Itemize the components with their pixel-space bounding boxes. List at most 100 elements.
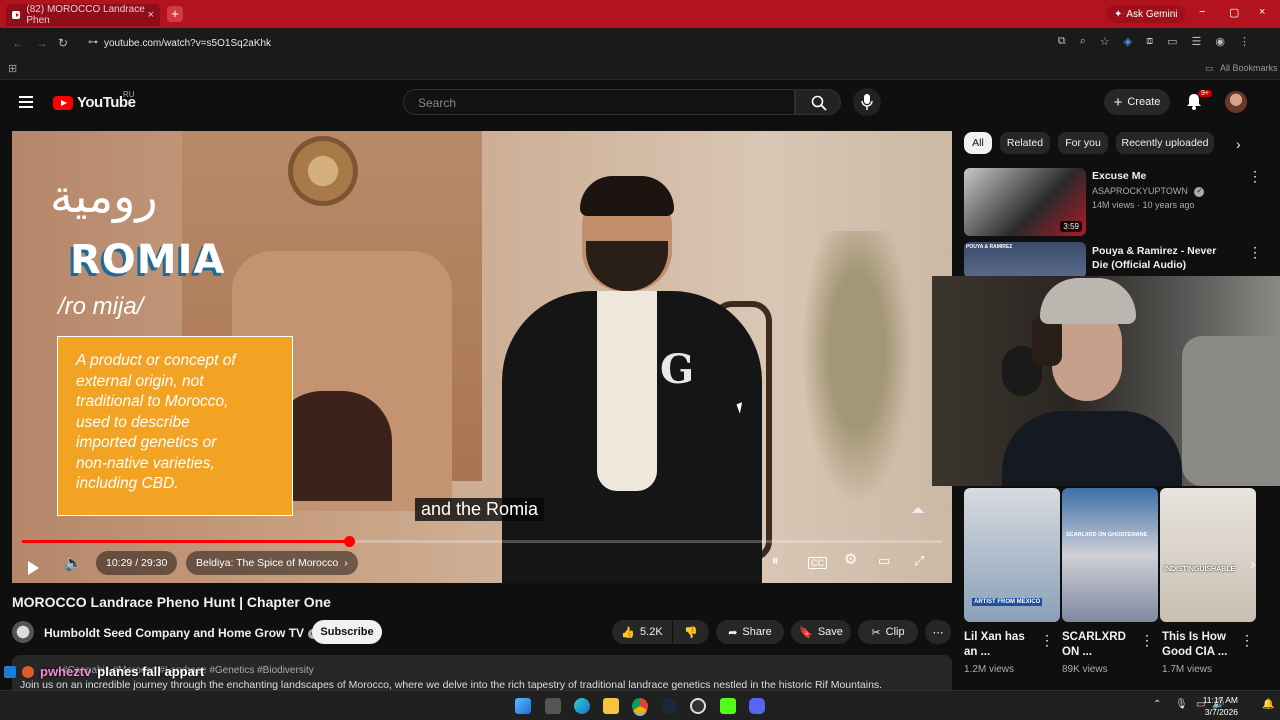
chapter-button[interactable]: Beldiya: The Spice of Morocco › xyxy=(186,551,358,575)
search-button[interactable] xyxy=(795,89,841,115)
windows-start-icon[interactable] xyxy=(515,698,531,714)
subscribe-button[interactable]: Subscribe xyxy=(312,620,382,644)
reload-icon[interactable]: ↻ xyxy=(58,36,68,50)
theater-icon[interactable]: ▭ xyxy=(878,553,890,569)
notification-center-icon[interactable]: 🔔 xyxy=(1262,699,1274,710)
short-title[interactable]: SCARLXRD ON ... xyxy=(1062,630,1132,660)
voice-search-button[interactable] xyxy=(853,88,881,116)
cc-icon[interactable]: CC xyxy=(808,557,827,569)
chat-username: pwheztv xyxy=(40,664,92,679)
play-button[interactable] xyxy=(28,556,39,580)
forward-icon[interactable]: → xyxy=(36,36,48,50)
short-thumbnail[interactable]: INDISTINGUISHABLE xyxy=(1160,488,1256,622)
edge-icon[interactable] xyxy=(574,698,590,714)
video-player[interactable]: G رومية ROMIA /ro mija/ A product or con… xyxy=(12,131,952,583)
chip-all[interactable]: All xyxy=(964,132,992,154)
split-icon[interactable]: ▭ xyxy=(1167,35,1177,48)
save-button[interactable]: 🔖 Save xyxy=(791,620,851,644)
puzzle-icon[interactable]: ⧈ xyxy=(1146,35,1153,48)
chip-related[interactable]: Related xyxy=(1000,132,1050,154)
chrome-icon[interactable] xyxy=(632,698,648,714)
webcam-cap xyxy=(1040,278,1136,324)
chip-recently-uploaded[interactable]: Recently uploaded xyxy=(1116,132,1214,154)
channel-name[interactable]: Humboldt Seed Company and Home Grow TV✓ xyxy=(44,626,319,640)
hamburger-menu-icon[interactable] xyxy=(19,96,33,108)
discord-icon[interactable] xyxy=(749,698,765,714)
system-clock[interactable]: 11:17 AM 3/7/2026 xyxy=(1203,694,1238,718)
address-bar: ← → ↻ ⊶ youtube.com/watch?v=s5O1Sq2aKhk … xyxy=(0,28,1280,58)
rec-thumbnail[interactable]: POUYA & RAMIREZ xyxy=(964,242,1086,278)
fullscreen-icon[interactable]: ⤢ xyxy=(914,553,924,569)
clip-button[interactable]: ✂ Clip xyxy=(858,620,918,644)
browser-tab[interactable]: (82) MOROCCO Landrace Phen × xyxy=(6,4,160,26)
url-field[interactable]: ⊶ youtube.com/watch?v=s5O1Sq2aKhk ⧉ ⌕ ☆ … xyxy=(82,32,1262,54)
short-more-icon[interactable]: ⋮ xyxy=(1040,632,1054,649)
hair xyxy=(580,176,674,216)
definition-line: external origin, not xyxy=(76,372,204,390)
tab-close-icon[interactable]: × xyxy=(148,9,154,21)
progress-scrubber[interactable] xyxy=(343,536,355,547)
settings-icon[interactable]: ⚙ xyxy=(844,550,857,568)
time-display: 10:29 / 29:30 xyxy=(96,551,178,575)
rec-more-icon[interactable]: ⋮ xyxy=(1248,168,1262,185)
short-title[interactable]: This Is How Good CIA ... xyxy=(1162,630,1232,660)
restore-button[interactable]: ▢ xyxy=(1229,6,1239,19)
pause-icon[interactable]: ⏸ xyxy=(772,553,779,569)
zoom-icon[interactable]: ⌕ xyxy=(1080,35,1086,48)
chip-for-you[interactable]: For you xyxy=(1058,132,1108,154)
rec-more-icon[interactable]: ⋮ xyxy=(1248,244,1262,261)
rec-channel[interactable]: ASAPROCKYUPTOWN ✓ xyxy=(1092,184,1205,198)
reading-list-icon[interactable]: ☰ xyxy=(1192,35,1202,48)
channel-avatar[interactable] xyxy=(12,621,34,643)
site-info-icon[interactable]: ⊶ xyxy=(88,37,98,48)
rec-title[interactable]: Pouya & Ramirez - Never Die (Official Au… xyxy=(1092,244,1232,272)
more-menu-icon[interactable]: ⋮ xyxy=(1239,35,1250,48)
short-more-icon[interactable]: ⋮ xyxy=(1240,632,1254,649)
task-view-icon[interactable] xyxy=(545,698,561,714)
rec-thumbnail[interactable]: 3:59 xyxy=(964,168,1086,236)
tray-chevron-icon[interactable]: ⌃ xyxy=(1153,699,1161,710)
new-tab-button[interactable]: + xyxy=(167,6,183,22)
folder-icon: ▭ xyxy=(1205,63,1214,73)
progress-bar[interactable] xyxy=(22,536,942,547)
close-window-button[interactable]: × xyxy=(1259,6,1265,18)
create-label: Create xyxy=(1127,96,1161,108)
all-bookmarks-label[interactable]: All Bookmarks xyxy=(1220,63,1278,73)
bookmark-star-icon[interactable]: ☆ xyxy=(1100,35,1110,48)
short-more-icon[interactable]: ⋮ xyxy=(1140,632,1154,649)
plant xyxy=(792,231,922,531)
kick-icon[interactable] xyxy=(720,698,736,714)
short-title[interactable]: Lil Xan has an ... xyxy=(964,630,1034,660)
obs-icon[interactable] xyxy=(690,698,706,714)
profile-icon[interactable]: ◉ xyxy=(1215,35,1225,48)
thumbs-down-icon: 👎 xyxy=(684,626,698,639)
extension-icon[interactable]: ◈ xyxy=(1124,35,1132,48)
clock-time: 11:17 AM xyxy=(1202,695,1238,705)
volume-button[interactable]: 🔈 xyxy=(64,551,83,575)
short-thumbnail[interactable]: ARTIST FROM MEXICO xyxy=(964,488,1060,622)
like-button[interactable]: 👍 5.2K xyxy=(612,620,672,644)
steam-icon[interactable] xyxy=(661,698,677,714)
file-explorer-icon[interactable] xyxy=(603,698,619,714)
shorts-next-icon[interactable]: › xyxy=(1250,556,1255,574)
ask-gemini-button[interactable]: ✦ Ask Gemini xyxy=(1106,5,1186,23)
share-label: Share xyxy=(742,626,772,638)
share-button[interactable]: ➦ Share xyxy=(716,620,784,644)
decorative-plate xyxy=(288,136,358,206)
back-icon[interactable]: ← xyxy=(12,36,24,50)
minimize-button[interactable]: − xyxy=(1199,6,1205,18)
create-button[interactable]: + Create xyxy=(1104,89,1170,115)
more-actions-button[interactable]: ⋯ xyxy=(925,620,951,644)
mic-tray-icon[interactable]: 🎙 xyxy=(1175,699,1188,710)
short-thumbnail[interactable]: SCARLXRD ON GHOSTEMANE xyxy=(1062,488,1158,622)
dislike-button[interactable]: 👎 xyxy=(673,620,709,644)
more-dots-icon: ⋯ xyxy=(932,626,944,639)
search-input[interactable]: Search xyxy=(403,89,795,115)
install-icon[interactable]: ⧉ xyxy=(1058,35,1066,48)
rec-title[interactable]: Excuse Me xyxy=(1092,169,1146,183)
account-avatar[interactable] xyxy=(1225,91,1247,113)
chips-next-icon[interactable]: › xyxy=(1236,136,1241,152)
definition-line: used to describe xyxy=(76,413,190,431)
rec-thumb-label: POUYA & RAMIREZ xyxy=(966,244,1013,250)
apps-grid-icon[interactable]: ⊞ xyxy=(8,62,17,75)
